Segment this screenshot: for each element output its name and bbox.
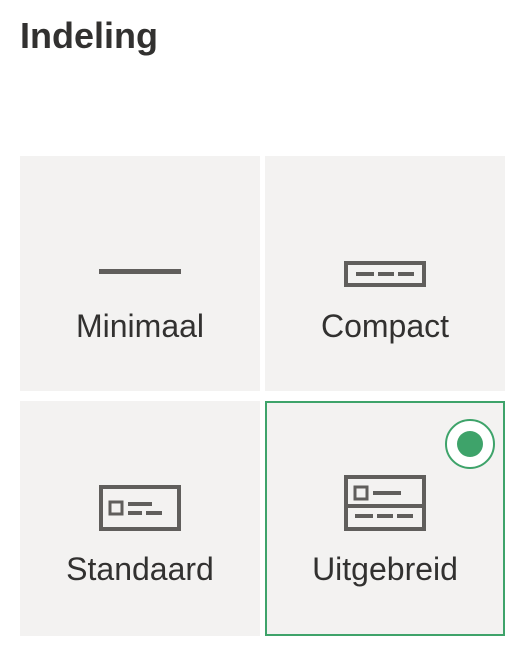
standard-layout-icon bbox=[99, 485, 181, 531]
layout-option-expanded[interactable]: Uitgebreid bbox=[265, 401, 505, 636]
radio-dot bbox=[457, 431, 483, 457]
layout-option-minimal[interactable]: Minimaal bbox=[20, 156, 260, 391]
layout-option-compact[interactable]: Compact bbox=[265, 156, 505, 391]
layout-option-label: Compact bbox=[320, 308, 450, 344]
layout-option-label: Minimaal bbox=[75, 308, 205, 344]
expanded-layout-icon bbox=[344, 475, 426, 531]
layout-option-standard[interactable]: Standaard bbox=[20, 401, 260, 636]
compact-layout-icon bbox=[344, 261, 426, 287]
minimal-layout-icon bbox=[99, 269, 181, 274]
layout-option-label: Uitgebreid bbox=[312, 551, 458, 587]
page-title: Indeling bbox=[20, 15, 158, 56]
layout-options: Minimaal Compact Standaard Uitgebreid bbox=[20, 156, 505, 636]
layout-option-label: Standaard bbox=[66, 551, 214, 587]
selected-radio-icon bbox=[445, 419, 495, 469]
